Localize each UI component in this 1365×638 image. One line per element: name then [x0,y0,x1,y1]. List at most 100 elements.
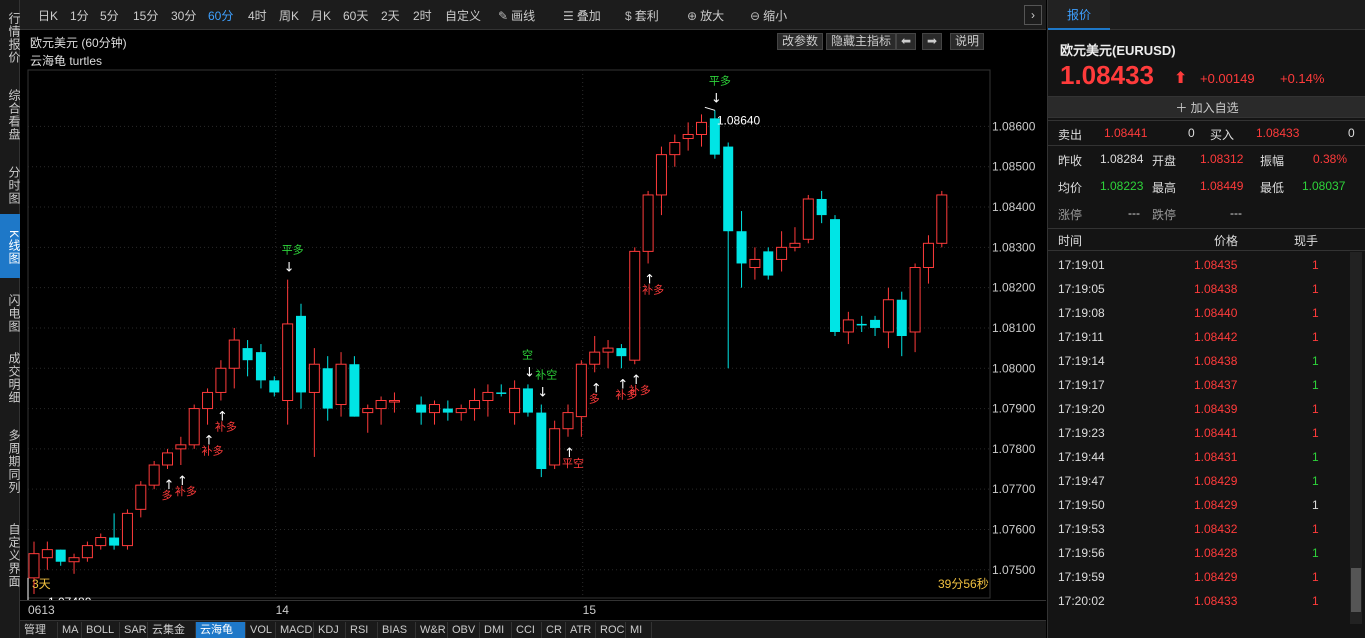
period-button[interactable]: 自定义 [445,7,481,24]
candle-body [669,142,681,156]
candle-body [375,400,387,410]
chevron-right-icon[interactable]: › [1024,5,1042,25]
col-price-header: 价格 [1214,234,1239,248]
zoom-out-button[interactable]: ⊖ 缩小 [750,7,787,24]
trade-price: 1.08429 [1194,570,1238,584]
indicator-tab[interactable]: OBV [448,622,480,638]
indicator-tab[interactable]: 云海龟 [196,622,246,638]
left-tab[interactable]: 分时图 [0,154,21,212]
signal-label: 补多 [642,282,664,296]
period-button[interactable]: 2天 [381,7,400,24]
candle-body [228,339,240,369]
limit-down-label: 跌停 [1152,208,1177,222]
y-tick-label: 1.08400 [992,200,1036,214]
arrow-left-icon[interactable]: ⬅ [896,33,917,50]
quote-panel: 报价 欧元美元(EURUSD) 1.08433 ⬆ +0.00149 +0.14… [1047,0,1365,638]
arbitrage-label: 套利 [634,9,659,23]
overlay-button[interactable]: ☰ 叠加 [563,7,601,24]
period-button[interactable]: 60天 [343,7,368,24]
indicator-tab[interactable]: SAR [120,622,148,638]
period-button[interactable]: 日K [38,7,58,24]
candle-body [816,198,827,216]
indicator-tab[interactable]: RSI [346,622,378,638]
candlestick-chart[interactable]: 1.07500 1.07600 1.07700 1.07800 1.07900 1.080… [20,50,1046,600]
left-tab[interactable]: 自定义界面 [0,510,21,596]
period-button[interactable]: 60分 [208,7,233,24]
left-tab[interactable]: 综合看盘 [0,74,21,152]
candle-body [936,194,948,244]
trade-qty: 1 [1312,306,1319,320]
x-tick-label: 15 [582,603,597,617]
indicator-tab[interactable]: CCI [512,622,542,638]
left-tab[interactable]: 闪电图 [0,280,21,342]
period-button[interactable]: 1分 [70,7,89,24]
draw-button[interactable]: ✎ 画线 [498,7,535,24]
left-tab[interactable]: 行情报价 [0,0,21,72]
indicator-tab[interactable]: BIAS [378,622,416,638]
indicator-tab[interactable]: MA [58,622,82,638]
period-button[interactable]: 30分 [171,7,196,24]
draw-label: 画线 [511,9,536,23]
scrollbar-thumb[interactable] [1351,568,1361,612]
indicator-tab[interactable]: 管理 [20,622,58,638]
candle-body [696,121,707,135]
x-tick-label: 0613 [28,603,55,617]
candle-body [789,242,801,248]
high-label: 1.08640 [717,113,761,127]
candle-body [322,368,333,409]
trade-row: 17:19:17 1.08437 1 [1048,378,1348,402]
candle-body [482,391,494,402]
candle-body [655,154,667,196]
period-button[interactable]: 周K [279,7,299,24]
trade-row: 17:19:56 1.08428 1 [1048,546,1348,570]
period-button[interactable]: 5分 [100,7,119,24]
help-button[interactable]: 说明 [950,33,985,50]
trade-time: 17:19:56 [1058,546,1105,560]
indicator-tab[interactable]: BOLL [82,622,120,638]
indicator-tab[interactable]: VOL [246,622,276,638]
indicator-tab[interactable]: ATR [566,622,596,638]
y-tick-label: 1.08300 [992,240,1036,254]
arbitrage-button[interactable]: $ 套利 [625,7,659,24]
edit-params-button[interactable]: 改参数 [777,33,824,50]
layers-icon: ☰ [563,9,574,23]
period-button[interactable]: 15分 [133,7,158,24]
indicator-tab[interactable]: MACD [276,622,314,638]
period-button[interactable]: 4时 [248,7,267,24]
trade-row: 17:19:14 1.08438 1 [1048,354,1348,378]
indicator-tab[interactable]: 云集金 [148,622,196,638]
left-tab[interactable]: 多周期同列 [0,420,21,498]
indicator-tab[interactable]: CR [542,622,566,638]
indicator-tab[interactable]: DMI [480,622,512,638]
candle-body [909,266,921,333]
low-label: 最低 [1260,181,1285,195]
hide-indicator-button[interactable]: 隐藏主指标 [826,33,897,50]
signal-label: 平多 [709,73,731,87]
quote-tab-bar: 报价 [1048,0,1365,30]
signal-arrow: ↓ [711,91,722,106]
indicator-tab[interactable]: ROC [596,622,626,638]
zoom-in-button[interactable]: ⊕ 放大 [687,7,724,24]
indicator-tab[interactable]: MI [626,622,652,638]
trade-row: 17:19:23 1.08441 1 [1048,426,1348,450]
tab-quote[interactable]: 报价 [1048,0,1110,30]
price-change-pct: +0.14% [1280,71,1325,86]
indicator-tab[interactable]: KDJ [314,622,346,638]
trade-time: 17:19:08 [1058,306,1105,320]
trade-row: 17:19:01 1.08435 1 [1048,258,1348,282]
signal-label: 补多 [202,444,224,458]
arrow-right-icon[interactable]: ➡ [922,33,943,50]
candle-body [442,408,453,413]
left-tab[interactable]: 成交明细 [0,344,21,408]
indicator-tab[interactable]: W&R [416,622,448,638]
trade-row: 17:19:05 1.08438 1 [1048,282,1348,306]
candle-body [602,347,614,353]
add-watchlist-button[interactable]: ＋ 加入自选 [1048,96,1365,118]
candle-body [349,364,360,417]
left-tab[interactable]: K线图 [0,214,21,278]
candle-body [68,557,80,563]
period-button[interactable]: 月K [311,7,331,24]
period-button[interactable]: 2时 [413,7,432,24]
trade-scrollbar[interactable] [1350,252,1362,624]
amplitude-value: 0.38% [1313,152,1348,166]
